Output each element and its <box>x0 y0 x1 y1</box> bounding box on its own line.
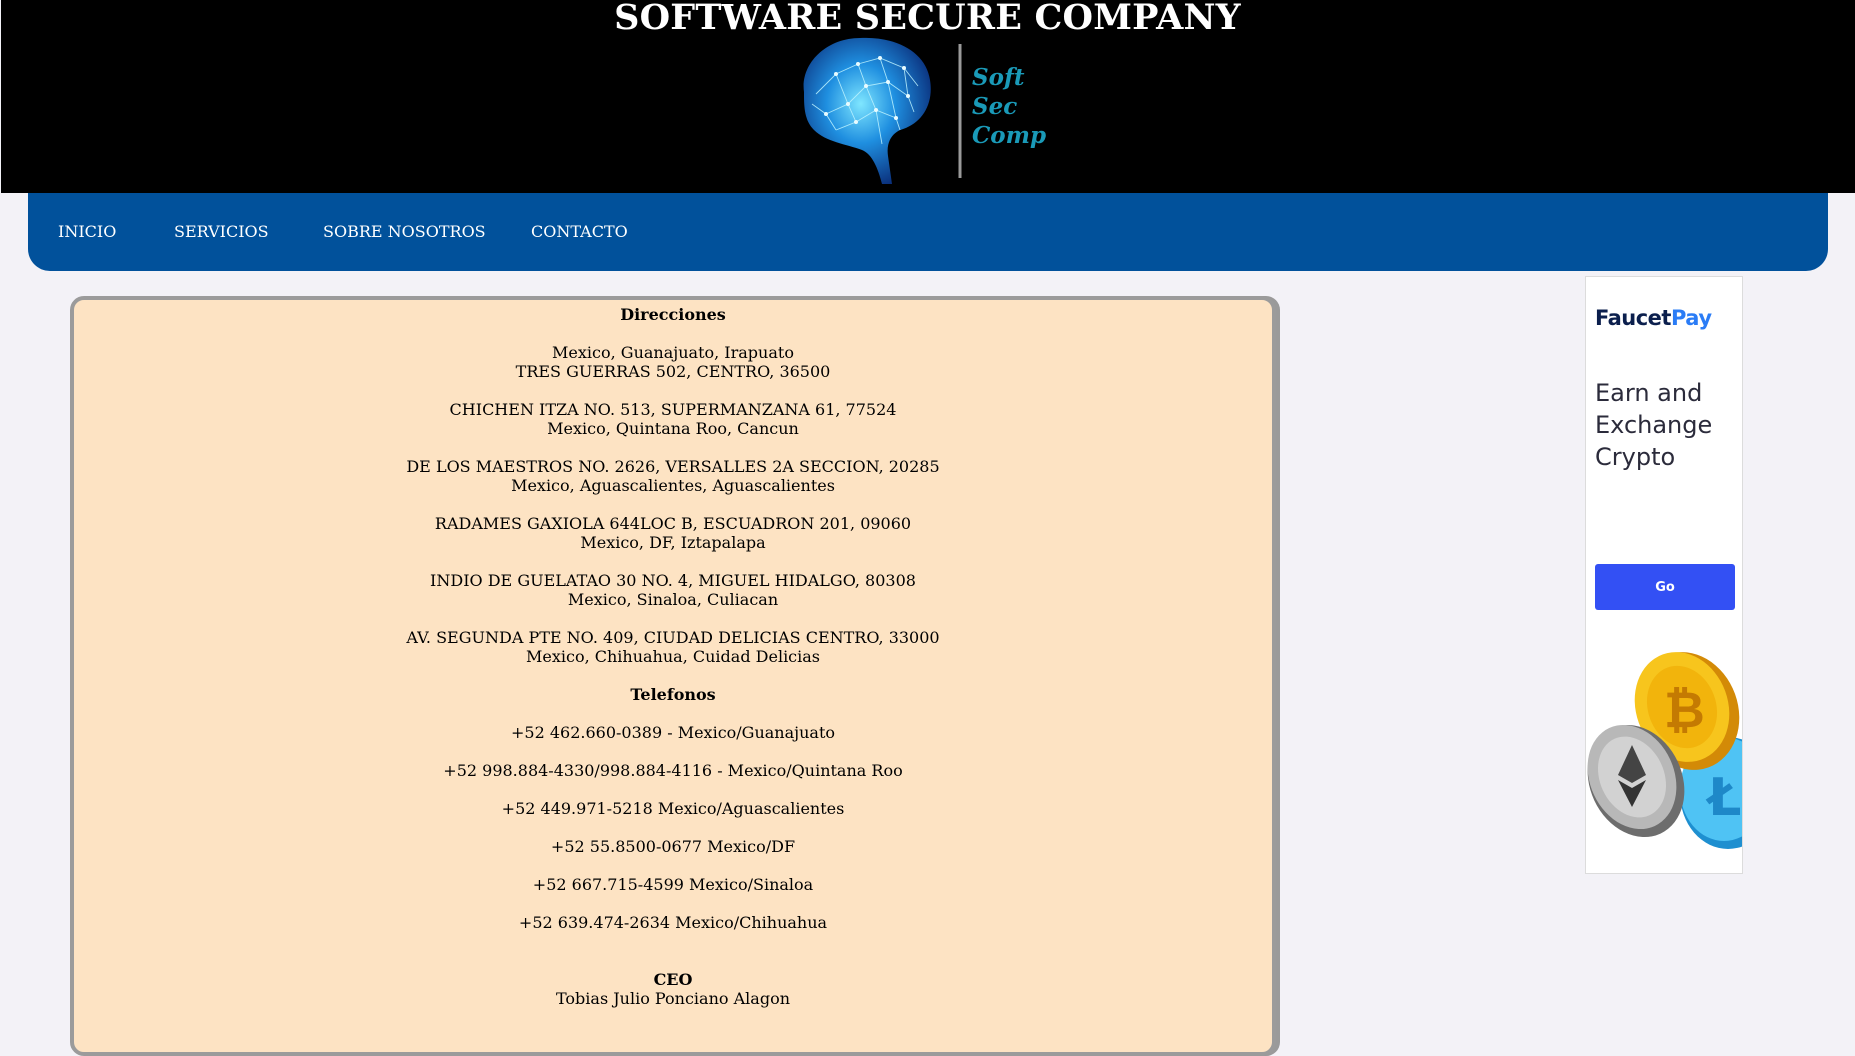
contact-panel: Direcciones Mexico, Guanajuato, Irapuato… <box>70 296 1276 1056</box>
phones-heading: Telefonos <box>630 685 716 704</box>
ceo-heading: CEO <box>653 970 693 989</box>
brain-icon <box>803 37 931 184</box>
faucetpay-ad[interactable]: FaucetPay Earn and Exchange Crypto Go Ł … <box>1585 276 1743 874</box>
address-line: Mexico, Quintana Roo, Cancun <box>547 419 799 438</box>
nav-contacto[interactable]: CONTACTO <box>531 222 628 242</box>
address-line: Mexico, Aguascalientes, Aguascalientes <box>511 476 835 495</box>
phone-line: +52 998.884-4330/998.884-4116 - Mexico/Q… <box>443 761 903 780</box>
address-line: Mexico, Guanajuato, Irapuato <box>552 343 794 362</box>
address-line: CHICHEN ITZA NO. 513, SUPERMANZANA 61, 7… <box>449 400 897 419</box>
directions-heading: Direcciones <box>620 305 726 324</box>
ad-brand-part1: Faucet <box>1595 306 1671 330</box>
ad-headline: Earn and Exchange Crypto <box>1595 379 1713 471</box>
phone-line: +52 449.971-5218 Mexico/Aguascalientes <box>501 799 845 818</box>
address-line: Mexico, DF, Iztapalapa <box>580 533 766 552</box>
phone-line: +52 667.715-4599 Mexico/Sinaloa <box>532 875 814 894</box>
ad-brand-part2: Pay <box>1670 306 1712 330</box>
address-line: INDIO DE GUELATAO 30 NO. 4, MIGUEL HIDAL… <box>430 571 916 590</box>
svg-text:Ł: Ł <box>1705 768 1741 828</box>
nav-inicio[interactable]: INICIO <box>58 222 116 242</box>
nav-servicios[interactable]: SERVICIOS <box>174 222 269 242</box>
address-line: Mexico, Chihuahua, Cuidad Delicias <box>525 647 821 666</box>
address-line: RADAMES GAXIOLA 644LOC B, ESCUADRON 201,… <box>434 514 912 533</box>
logo-text-soft: Soft <box>972 64 1025 91</box>
crypto-coins-icon: Ł ₿ <box>1586 647 1742 873</box>
site-title: SOFTWARE SECURE COMPANY <box>614 0 1241 38</box>
ad-go-button[interactable]: Go <box>1595 564 1735 610</box>
phone-line: +52 55.8500-0677 Mexico/DF <box>550 837 796 856</box>
phone-line: +52 462.660-0389 - Mexico/Guanajuato <box>510 723 836 742</box>
address-line: AV. SEGUNDA PTE NO. 409, CIUDAD DELICIAS… <box>406 628 940 647</box>
main-nav <box>28 193 1828 271</box>
ceo-name: Tobias Julio Ponciano Alagon <box>555 989 790 1008</box>
logo-text-comp: Comp <box>972 122 1046 149</box>
phone-line: +52 639.474-2634 Mexico/Chihuahua <box>518 913 828 932</box>
nav-sobre-nosotros[interactable]: SOBRE NOSOTROS <box>323 222 486 242</box>
ad-brand: FaucetPay <box>1595 306 1712 330</box>
address-line: Mexico, Sinaloa, Culiacan <box>567 590 779 609</box>
address-line: DE LOS MAESTROS NO. 2626, VERSALLES 2A S… <box>406 457 940 476</box>
address-line: TRES GUERRAS 502, CENTRO, 36500 <box>515 362 831 381</box>
logo-text-sec: Sec <box>972 93 1017 120</box>
svg-text:₿: ₿ <box>1664 681 1705 739</box>
brain-logo[interactable]: Soft Sec Comp <box>796 34 1048 189</box>
